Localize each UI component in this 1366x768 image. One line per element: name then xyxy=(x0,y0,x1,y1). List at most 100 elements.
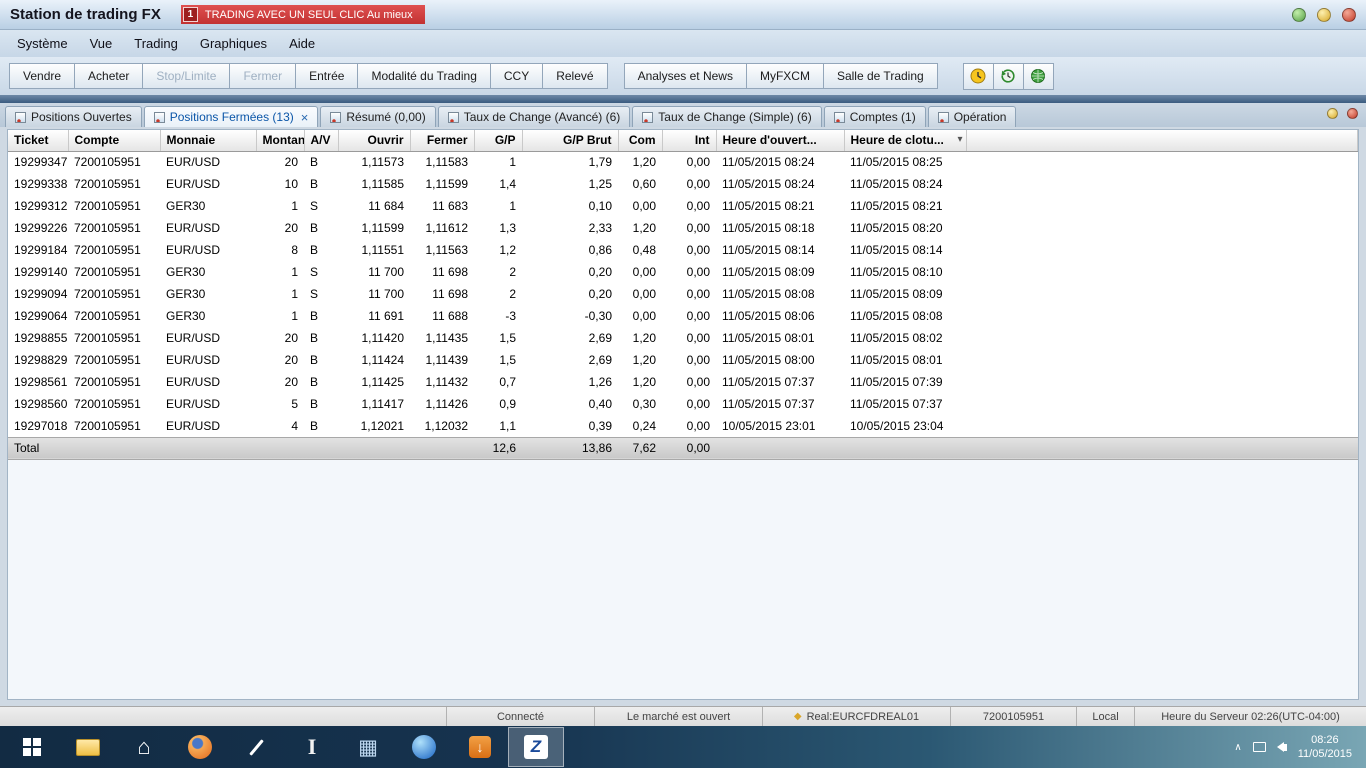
toolbar-button[interactable]: Vendre xyxy=(9,63,76,89)
toolbar-button[interactable]: Relevé xyxy=(542,63,608,89)
cell: 2,69 xyxy=(522,349,618,371)
table-row[interactable]: 19298561 7200105951 EUR/USD 20 B 1,11425 1,114… xyxy=(8,371,1358,393)
column-header[interactable]: Com xyxy=(618,130,663,152)
toolbar-button[interactable]: CCY xyxy=(489,63,544,89)
table-row[interactable]: 19299226 7200105951 EUR/USD 20 B 1,11599 1,116… xyxy=(8,217,1358,239)
menu-item[interactable]: Vue xyxy=(79,33,124,54)
table-row[interactable]: 19297018 7200105951 EUR/USD 4 B 1,12021 1,1203… xyxy=(8,415,1358,437)
calculator-icon[interactable] xyxy=(340,727,396,767)
toolbar-button[interactable]: MyFXCM xyxy=(745,63,824,89)
one-click-trading-banner[interactable]: 1 TRADING AVEC UN SEUL CLIC Au mieux xyxy=(180,5,425,24)
tab[interactable]: Positions Ouvertes xyxy=(5,106,142,127)
window-close-button[interactable] xyxy=(1342,7,1356,22)
start-icon[interactable] xyxy=(4,727,60,767)
cell: 7200105951 xyxy=(68,415,160,437)
total-cell: 7,62 xyxy=(618,436,662,460)
file-explorer-icon[interactable] xyxy=(60,727,116,767)
clock-tool-button[interactable] xyxy=(962,62,994,90)
column-header[interactable]: Fermer xyxy=(410,130,475,152)
text-app-icon[interactable] xyxy=(284,727,340,767)
connection-status: Connecté xyxy=(446,707,594,726)
cell-filler xyxy=(966,151,1358,173)
cell: 1,79 xyxy=(522,151,618,173)
column-header[interactable]: Int xyxy=(662,130,717,152)
menu-item[interactable]: Trading xyxy=(123,33,189,54)
notes-icon[interactable] xyxy=(228,727,284,767)
downloads-icon[interactable] xyxy=(452,727,508,767)
cell: 1 xyxy=(256,305,304,327)
toolbar-button[interactable]: Modalité du Trading xyxy=(357,63,491,89)
cell: 19298829 xyxy=(8,349,68,371)
libraries-icon[interactable] xyxy=(116,727,172,767)
column-header[interactable]: Heure de clotu... ▾ xyxy=(844,130,967,152)
table-row[interactable]: 19299338 7200105951 EUR/USD 10 B 1,11585 1,115… xyxy=(8,173,1358,195)
tray-expand-icon[interactable]: ∧ xyxy=(1234,742,1241,753)
toolbar-button[interactable]: Entrée xyxy=(295,63,359,89)
cell: B xyxy=(304,173,338,195)
cell: 1,11599 xyxy=(410,173,474,195)
total-cell xyxy=(160,436,256,460)
cell: GER30 xyxy=(160,305,256,327)
table-row[interactable]: 19299064 7200105951 GER30 1 B 11 691 11 688 -3-… xyxy=(8,305,1358,327)
tab[interactable]: Résumé (0,00) xyxy=(320,106,436,127)
tab[interactable]: Comptes (1) xyxy=(823,106,926,127)
cell: 1,11583 xyxy=(410,151,474,173)
taskbar-clock[interactable]: 08:26 11/05/2015 xyxy=(1298,733,1352,761)
table-row[interactable]: 19299312 7200105951 GER30 1 S 11 684 11 683 1 0,… xyxy=(8,195,1358,217)
table-row[interactable]: 19299184 7200105951 EUR/USD 8 B 1,11551 1,1156… xyxy=(8,239,1358,261)
table-row[interactable]: 19299094 7200105951 GER30 1 S 11 700 11 698 2 0,… xyxy=(8,283,1358,305)
browser-icon[interactable] xyxy=(396,727,452,767)
column-header[interactable]: Compte xyxy=(68,130,161,152)
menu-item[interactable]: Système xyxy=(6,33,79,54)
toolbar: Vendre Acheter Stop/Limite Fermer Entrée Moda… xyxy=(0,57,1366,95)
cell: 1,11585 xyxy=(338,173,410,195)
toolbar-button[interactable]: Salle de Trading xyxy=(822,63,938,89)
toolbar-button[interactable]: Acheter xyxy=(74,63,144,89)
tab-icon xyxy=(447,111,459,123)
menu-item[interactable]: Aide xyxy=(278,33,326,54)
window-restore-button[interactable] xyxy=(1317,7,1331,22)
column-header[interactable]: G/P Brut xyxy=(522,130,619,152)
column-header[interactable]: Heure d'ouvert... xyxy=(716,130,845,152)
toolbar-button[interactable]: Analyses et News xyxy=(623,63,747,89)
column-header[interactable]: A/V xyxy=(304,130,339,152)
cell: 1,20 xyxy=(618,349,662,371)
panel-restore-button[interactable] xyxy=(1327,108,1338,119)
tab[interactable]: Taux de Change (Avancé) (6) xyxy=(437,106,631,127)
tray-display-icon[interactable] xyxy=(1252,742,1266,752)
column-header[interactable]: Ouvrir xyxy=(338,130,411,152)
table-row[interactable]: 19299140 7200105951 GER30 1 S 11 700 11 698 2 0,… xyxy=(8,261,1358,283)
tab[interactable]: Opération xyxy=(927,106,1017,127)
table-row[interactable]: 19298829 7200105951 EUR/USD 20 B 1,11424 1,114… xyxy=(8,349,1358,371)
cell: 11/05/2015 07:39 xyxy=(844,371,966,393)
firefox-icon[interactable] xyxy=(172,727,228,767)
tab[interactable]: Positions Fermées (13) × xyxy=(143,106,319,127)
cell: 11/05/2015 07:37 xyxy=(716,371,844,393)
cell: 1,11426 xyxy=(410,393,474,415)
column-header[interactable]: Montant xyxy=(256,130,305,152)
menu-bar: Système Vue Trading Graphiques Aide xyxy=(0,30,1366,57)
window-minimize-button[interactable] xyxy=(1292,7,1306,22)
total-cell xyxy=(304,436,338,460)
table-row[interactable]: 19299347 7200105951 EUR/USD 20 B 1,11573 1,115… xyxy=(8,151,1358,173)
cell: 1,11435 xyxy=(410,327,474,349)
market-hours-tool-button[interactable] xyxy=(1022,62,1054,90)
menu-item[interactable]: Graphiques xyxy=(189,33,278,54)
column-header[interactable]: Monnaie xyxy=(160,130,257,152)
cell-filler xyxy=(966,371,1358,393)
tray-volume-icon[interactable] xyxy=(1276,742,1287,752)
history-tool-button[interactable] xyxy=(992,62,1024,90)
tab[interactable]: Taux de Change (Simple) (6) xyxy=(632,106,822,127)
taskbar-tray: ∧ 08:26 11/05/2015 xyxy=(1234,733,1362,761)
table-row[interactable]: 19298560 7200105951 EUR/USD 5 B 1,11417 1,1142… xyxy=(8,393,1358,415)
table-row[interactable]: 19298855 7200105951 EUR/USD 20 B 1,11420 1,114… xyxy=(8,327,1358,349)
cell: 1,20 xyxy=(618,371,662,393)
cell: 0,00 xyxy=(662,305,716,327)
tab-close-icon[interactable]: × xyxy=(301,111,309,124)
column-header[interactable]: G/P xyxy=(474,130,523,152)
column-header[interactable]: Ticket xyxy=(8,130,69,152)
panel-close-button[interactable] xyxy=(1347,108,1358,119)
cell: 1 xyxy=(474,195,522,217)
trading-station-icon[interactable] xyxy=(508,727,564,767)
cell: 11/05/2015 07:37 xyxy=(716,393,844,415)
